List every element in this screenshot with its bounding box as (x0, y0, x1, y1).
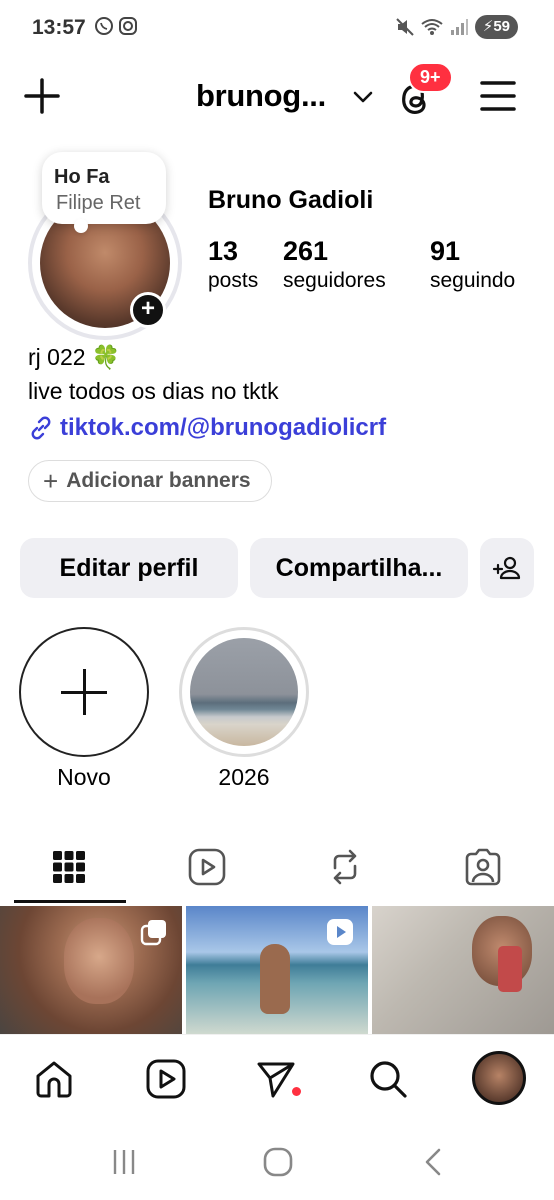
reel-badge-icon (327, 919, 353, 945)
tab-posts-grid[interactable] (0, 830, 138, 904)
edit-profile-button[interactable]: Editar perfil (20, 538, 238, 598)
recent-apps-icon (113, 1150, 135, 1174)
stat-followers[interactable]: 261 seguidores (283, 236, 386, 293)
menu-icon[interactable] (478, 78, 518, 114)
nav-direct[interactable] (252, 1055, 300, 1103)
bio-line-2: live todos os dias no tktk (28, 378, 279, 404)
note-artist: Filipe Ret (56, 192, 141, 214)
discover-people-button[interactable] (480, 538, 534, 598)
mute-icon (396, 18, 414, 36)
active-tab-indicator (14, 900, 126, 903)
status-time: 13:57 (32, 16, 86, 39)
signal-icon (450, 19, 468, 35)
nav-home[interactable] (30, 1055, 78, 1103)
note-music-title: Ho Fa (54, 166, 110, 188)
nav-profile-avatar[interactable] (472, 1051, 526, 1105)
stat-posts-label: posts (208, 269, 259, 292)
wifi-icon (421, 19, 443, 35)
back-chevron-icon (425, 1148, 441, 1176)
stat-posts[interactable]: 13 posts (208, 236, 258, 293)
tab-reels[interactable] (138, 830, 276, 904)
post-thumbnail[interactable] (0, 906, 182, 1034)
battery-indicator: ⚡59 (474, 15, 518, 39)
add-person-icon (492, 556, 521, 580)
home-button[interactable] (256, 1144, 300, 1180)
bottom-navigation (0, 1034, 554, 1122)
instagram-icon (119, 17, 137, 35)
bio-link[interactable]: tiktok.com/@brunogadiolicrf (28, 414, 386, 442)
stat-followers-label: seguidores (283, 269, 386, 292)
header-username[interactable]: brunog... (196, 78, 326, 114)
highlight-label-2026: 2026 (218, 764, 270, 790)
post-thumbnail[interactable] (372, 906, 554, 1034)
reels-icon (188, 848, 226, 886)
new-highlight-button[interactable] (19, 627, 149, 757)
profile-header: brunog... 9+ (0, 60, 554, 134)
nav-reels[interactable] (142, 1055, 190, 1103)
stat-following[interactable]: 91 seguindo (430, 236, 515, 293)
add-story-plus-icon[interactable]: + (130, 292, 166, 328)
carousel-icon (140, 920, 166, 946)
back-button[interactable] (412, 1144, 456, 1180)
bio-line-1: rj 022 🍀 (28, 344, 121, 370)
reels-icon (146, 1059, 186, 1099)
status-system-icons: ⚡59 (395, 15, 518, 39)
display-name: Bruno Gadioli (208, 186, 374, 214)
post-thumbnail[interactable] (186, 906, 368, 1034)
system-navigation (0, 1122, 554, 1200)
whatsapp-icon (95, 17, 113, 35)
status-bar: 13:57 ⚡59 (0, 0, 554, 56)
note-bubble[interactable]: Ho Fa Filipe Ret (42, 152, 166, 233)
profile-tabs (0, 830, 554, 904)
share-profile-button[interactable]: Compartilha... (250, 538, 468, 598)
add-banners-label: Adicionar banners (66, 469, 251, 492)
chevron-down-icon[interactable] (350, 84, 376, 110)
grid-icon (53, 851, 85, 883)
plus-icon: + (43, 465, 59, 496)
tab-reposts[interactable] (276, 830, 414, 904)
create-plus-icon[interactable] (22, 76, 62, 116)
bio-link-text: tiktok.com/@brunogadiolicrf (60, 414, 387, 441)
stat-followers-value: 261 (283, 236, 329, 266)
battery-level: 59 (493, 18, 510, 35)
link-icon (31, 416, 51, 440)
direct-send-icon (257, 1062, 295, 1098)
search-icon (370, 1061, 407, 1098)
direct-notification-dot (292, 1087, 301, 1096)
reposts-icon (333, 849, 357, 885)
tagged-icon (465, 848, 501, 886)
share-profile-label: Compartilha... (275, 553, 443, 582)
stat-following-value: 91 (430, 236, 461, 266)
recent-apps-button[interactable] (102, 1144, 146, 1180)
nav-search[interactable] (364, 1055, 412, 1103)
posts-grid (0, 906, 554, 1034)
threads-notification-badge: 9+ (408, 62, 453, 93)
tab-tagged[interactable] (414, 830, 552, 904)
status-notification-icons (94, 16, 138, 36)
add-banners-button[interactable]: + Adicionar banners (28, 460, 272, 502)
home-circle-icon (263, 1147, 293, 1177)
stat-posts-value: 13 (208, 236, 239, 266)
highlight-2026-cover[interactable] (190, 638, 298, 746)
home-icon (36, 1061, 72, 1098)
highlight-label-new: Novo (57, 764, 111, 790)
edit-profile-label: Editar perfil (59, 553, 199, 582)
stat-following-label: seguindo (430, 269, 516, 292)
